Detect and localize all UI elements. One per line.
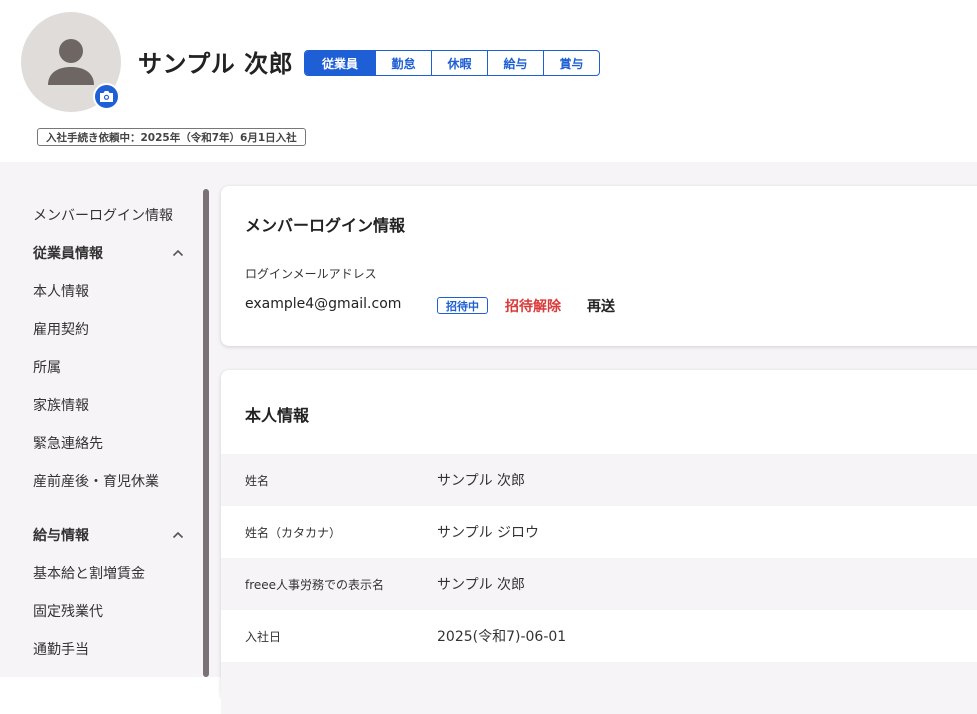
sidebar-item-base-salary[interactable]: 基本給と割増賃金 (33, 563, 145, 583)
invite-status-badge: 招待中 (437, 297, 488, 314)
sidebar-item-login[interactable]: メンバーログイン情報 (33, 205, 173, 225)
sidebar-item-personal[interactable]: 本人情報 (33, 281, 89, 301)
sidebar-scrollbar[interactable] (203, 189, 209, 677)
sidebar-item-childcare[interactable]: 産前産後・育児休業 (33, 471, 159, 491)
employee-name: サンプル 次郎 (138, 50, 294, 78)
personal-info-card: 本人情報 姓名 サンプル 次郎 姓名（カタカナ） サンプル ジロウ freee人… (221, 370, 977, 714)
content-area: メンバーログイン情報 従業員情報 本人情報 雇用契約 所属 家族情報 緊急連絡先… (0, 162, 977, 714)
row-label: 姓名（カタカナ） (245, 525, 342, 540)
table-row: 姓名（カタカナ） サンプル ジロウ (221, 506, 977, 558)
row-label: 入社日 (245, 629, 282, 644)
profile-header: サンプル 次郎 従業員 勤怠 休暇 給与 賞与 入社手続き依頼中：2025年（令… (0, 0, 977, 162)
row-label: freee人事労務での表示名 (245, 577, 385, 592)
tab-leave[interactable]: 休暇 (431, 51, 487, 75)
camera-icon (100, 91, 113, 102)
tab-bonus[interactable]: 賞与 (543, 51, 599, 75)
table-row: 姓名 サンプル 次郎 (221, 454, 977, 506)
sidebar-group-employee[interactable]: 従業員情報 (33, 243, 185, 263)
sidebar-item-department[interactable]: 所属 (33, 357, 61, 377)
row-value: サンプル 次郎 (437, 473, 526, 489)
sidebar-item-emergency[interactable]: 緊急連絡先 (33, 433, 103, 453)
camera-button[interactable] (93, 83, 120, 110)
table-row (221, 662, 977, 714)
sidebar-item-commute[interactable]: 通勤手当 (33, 639, 89, 659)
sidebar-item-family[interactable]: 家族情報 (33, 395, 89, 415)
login-info-card: メンバーログイン情報 ログインメールアドレス example4@gmail.co… (221, 186, 977, 346)
sidebar-group-label: 従業員情報 (33, 246, 103, 262)
chevron-up-icon (171, 246, 185, 260)
status-badge: 入社手続き依頼中：2025年（令和7年）6月1日入社 (37, 128, 306, 146)
sidebar-item-contract[interactable]: 雇用契約 (33, 319, 89, 339)
card-title: メンバーログイン情報 (245, 216, 406, 235)
table-row: 入社日 2025(令和7)-06-01 (221, 610, 977, 662)
table-row: freee人事労務での表示名 サンプル 次郎 (221, 558, 977, 610)
email-label: ログインメールアドレス (245, 267, 377, 281)
login-email: example4@gmail.com (245, 296, 402, 312)
row-value: サンプル ジロウ (437, 525, 540, 541)
tab-payroll[interactable]: 給与 (487, 51, 543, 75)
section-tabs: 従業員 勤怠 休暇 給与 賞与 (304, 50, 600, 76)
sidebar-group-label: 給与情報 (33, 528, 89, 544)
sidebar-item-fixed-overtime[interactable]: 固定残業代 (33, 601, 103, 621)
resend-invite-button[interactable]: 再送 (587, 296, 615, 316)
chevron-up-icon (171, 528, 185, 542)
row-value: 2025(令和7)-06-01 (437, 629, 567, 645)
cancel-invite-button[interactable]: 招待解除 (505, 296, 561, 316)
row-value: サンプル 次郎 (437, 577, 526, 593)
sidebar-group-salary[interactable]: 給与情報 (33, 525, 185, 545)
card-title: 本人情報 (245, 406, 310, 425)
tab-attendance[interactable]: 勤怠 (375, 51, 431, 75)
tab-employee[interactable]: 従業員 (305, 51, 375, 75)
sidebar: メンバーログイン情報 従業員情報 本人情報 雇用契約 所属 家族情報 緊急連絡先… (0, 162, 200, 677)
row-label: 姓名 (245, 473, 270, 488)
